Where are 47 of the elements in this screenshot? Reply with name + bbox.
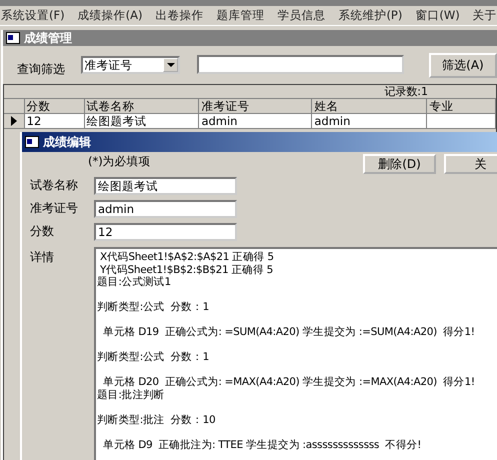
detail-line: 单元格 D20 正确公式为: =MAX(A4:A20) 学生提交为 :=MAX(A4:A20) 得分1! [102, 376, 475, 388]
field-label: 分数 [30, 223, 55, 240]
detail-line: 判断类型:公式 分数：1 [97, 351, 209, 363]
column-header[interactable]: 准考证号 [199, 99, 312, 113]
dialog-button[interactable]: 删除(D) [363, 154, 436, 174]
menu-item[interactable]: 成绩操作(A) [78, 8, 142, 23]
detail-line: Y代码Sheet1!$B$2:$B$21 正确得 5 [99, 264, 273, 276]
table-cell: admin [199, 114, 312, 128]
column-header[interactable]: 姓名 [312, 99, 428, 113]
menu-item[interactable]: 窗口(W) [415, 8, 460, 23]
menu-item[interactable]: 系统维护(P) [338, 8, 402, 23]
input-field[interactable]: 12 [94, 222, 237, 240]
detail-line: 单元格 D19 正确公式为: =SUM(A4:A20) 学生提交为 :=SUM(A4:A20) 得分1! [102, 326, 475, 338]
required-note: (*)为必填项 [88, 153, 151, 170]
column-header[interactable]: 专业 [427, 99, 496, 113]
table-cell: 12 [24, 114, 85, 128]
window-icon [6, 32, 20, 44]
input-field[interactable]: 绘图题考试 [94, 176, 237, 194]
filter-button[interactable]: 筛选(A) [428, 53, 497, 78]
field-label: 详情 [30, 249, 55, 266]
table-cell: admin [312, 114, 428, 128]
menu-item[interactable]: 系统设置(F) [1, 8, 65, 23]
search-field[interactable] [197, 55, 404, 74]
window-title: 成绩管理 [24, 30, 72, 46]
detail-line: 判断类型:公式 分数：1 [97, 301, 209, 313]
menu-item[interactable]: 关于 [472, 8, 497, 23]
dialog-button[interactable]: 关 [444, 154, 497, 174]
record-count: 记录数:1 [384, 85, 428, 98]
menu-item[interactable]: 出卷操作 [155, 8, 204, 23]
detail-line: 单元格 D9 正确批注为: TTEE 学生提交为 :asssssssssssss 不得分! [102, 438, 422, 450]
field-label: 准考证号 [30, 200, 79, 217]
column-header[interactable]: 分数 [24, 99, 85, 113]
input-field[interactable]: admin [94, 200, 237, 218]
filter-label: 查询筛选 [17, 61, 66, 78]
dialog-title: 成绩编辑 [43, 134, 91, 150]
menu-item[interactable]: 题库管理 [216, 8, 264, 23]
field-label: 试卷名称 [30, 177, 79, 194]
detail-line: 题目:公式测试1 [97, 276, 171, 288]
detail-line: X代码Sheet1!$A$2:$A$21 正确得 5 [99, 251, 274, 263]
column-header[interactable]: 试卷名称 [84, 99, 200, 113]
table-cell: 绘图题考试 [84, 114, 200, 128]
filter-field-dropdown[interactable]: 准考证号 [80, 56, 180, 74]
details-field[interactable] [94, 247, 497, 460]
detail-line: 题目:批注判断 [97, 388, 164, 400]
detail-line: 判断类型:批注 分数：10 [97, 414, 216, 426]
window-icon [25, 136, 39, 148]
menu-item[interactable]: 学员信息 [277, 8, 326, 23]
